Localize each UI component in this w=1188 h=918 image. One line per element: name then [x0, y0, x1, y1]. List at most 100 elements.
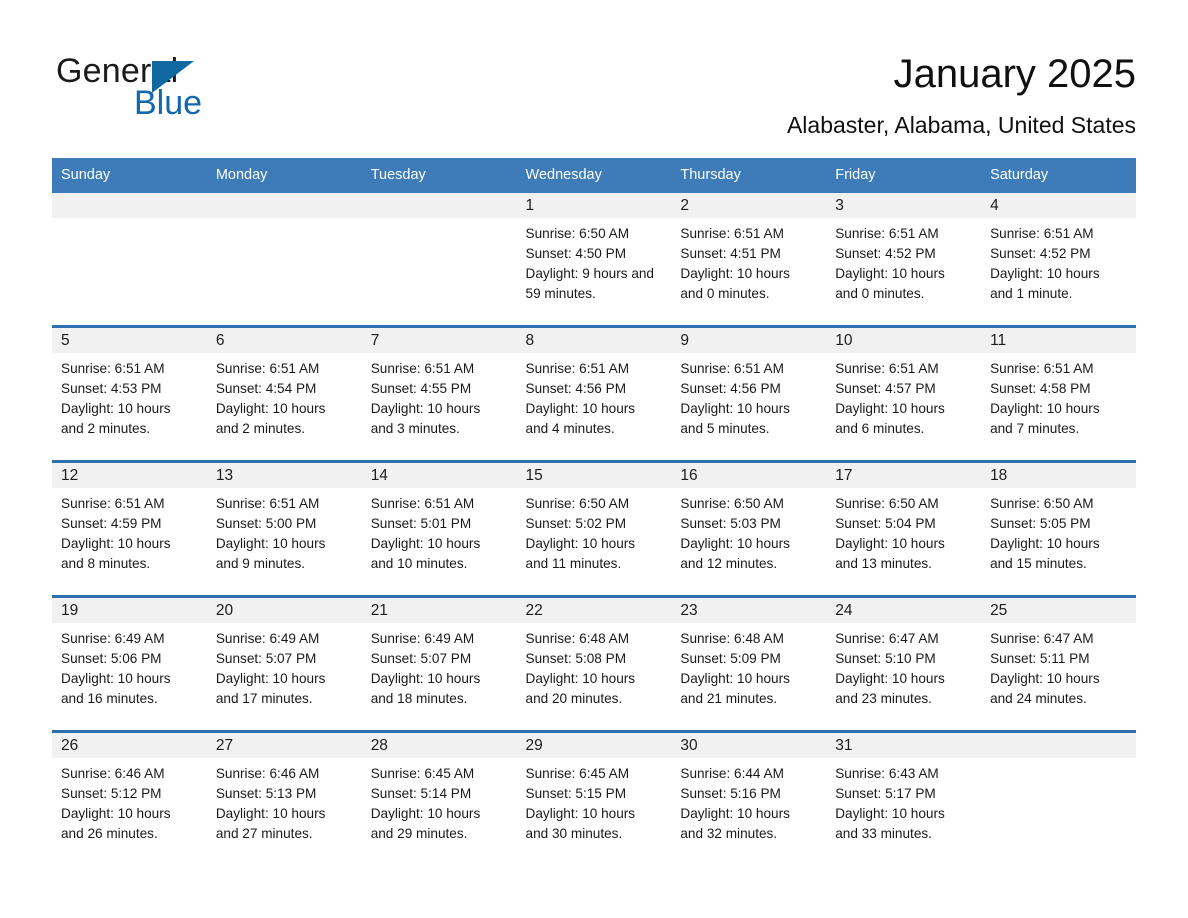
day-cell[interactable]: 24 Sunrise: 6:47 AM Sunset: 5:10 PM Dayligh…: [826, 595, 982, 732]
day-cell[interactable]: 8 Sunrise: 6:51 AM Sunset: 4:56 PM Daylight…: [516, 325, 672, 462]
sunset-text: Sunset: 5:00 PM: [215, 516, 317, 532]
daylight-text: Daylight: 10 hours and 3 minutes.: [370, 401, 481, 437]
calendar-grid: Sunday Monday Tuesday Wednesday Thursday…: [52, 158, 1136, 865]
day-cell[interactable]: 4 Sunrise: 6:51 AM Sunset: 4:52 PM Daylight…: [981, 193, 1136, 327]
sunrise-text: Sunrise: 6:50 AM: [680, 496, 784, 511]
sunset-text: Sunset: 5:04 PM: [835, 516, 936, 532]
day-cell[interactable]: 14 Sunrise: 6:51 AM Sunset: 5:01 PM Dayligh…: [361, 460, 517, 597]
day-number: 7: [370, 332, 380, 349]
sunrise-text: Sunrise: 6:51 AM: [835, 361, 939, 376]
sunset-text: Sunset: 4:58 PM: [990, 381, 1091, 397]
day-cell[interactable]: 6 Sunrise: 6:51 AM Sunset: 4:54 PM Daylight…: [206, 325, 362, 462]
day-cell[interactable]: 5 Sunrise: 6:51 AM Sunset: 4:53 PM Daylight…: [52, 325, 207, 462]
daylight-text: Daylight: 10 hours and 10 minutes.: [370, 536, 481, 572]
sunset-text: Sunset: 4:53 PM: [61, 381, 162, 397]
weekday-header-thursday: Thursday: [671, 158, 827, 193]
day-number: 30: [680, 737, 698, 754]
day-number: 18: [990, 467, 1008, 484]
daylight-text: Daylight: 10 hours and 23 minutes.: [835, 671, 945, 707]
sunset-text: Sunset: 4:52 PM: [990, 246, 1091, 262]
daylight-text: Daylight: 10 hours and 20 minutes.: [525, 671, 636, 707]
sunset-text: Sunset: 5:07 PM: [215, 651, 317, 667]
day-cell[interactable]: [52, 193, 207, 327]
daylight-text: Daylight: 10 hours and 2 minutes.: [61, 401, 171, 437]
week-row: 26 Sunrise: 6:46 AM Sunset: 5:12 PM Dayligh…: [52, 730, 1136, 865]
day-cell[interactable]: 10 Sunrise: 6:51 AM Sunset: 4:57 PM Dayligh…: [826, 325, 982, 462]
day-cell[interactable]: [206, 193, 362, 327]
day-cell[interactable]: 12 Sunrise: 6:51 AM Sunset: 4:59 PM Dayligh…: [52, 460, 207, 597]
day-cell[interactable]: [361, 193, 517, 327]
day-cell[interactable]: [981, 730, 1136, 865]
week-row: 19 Sunrise: 6:49 AM Sunset: 5:06 PM Dayligh…: [52, 595, 1136, 732]
sunrise-text: Sunrise: 6:51 AM: [215, 496, 320, 511]
sunrise-text: Sunrise: 6:51 AM: [61, 361, 165, 376]
sunset-text: Sunset: 4:50 PM: [525, 246, 627, 262]
day-cell[interactable]: 22 Sunrise: 6:48 AM Sunset: 5:08 PM Dayligh…: [516, 595, 672, 732]
day-number: 19: [61, 602, 79, 619]
sunset-text: Sunset: 5:10 PM: [835, 651, 936, 667]
sunrise-text: Sunrise: 6:49 AM: [370, 631, 475, 646]
daylight-text: Daylight: 10 hours and 24 minutes.: [990, 671, 1100, 707]
day-cell[interactable]: 27 Sunrise: 6:46 AM Sunset: 5:13 PM Dayligh…: [206, 730, 362, 865]
weekday-header-saturday: Saturday: [981, 158, 1136, 193]
sunrise-text: Sunrise: 6:50 AM: [525, 226, 630, 241]
day-cell[interactable]: 29 Sunrise: 6:45 AM Sunset: 5:15 PM Dayligh…: [516, 730, 672, 865]
sunset-text: Sunset: 5:02 PM: [525, 516, 627, 532]
day-cell[interactable]: 7 Sunrise: 6:51 AM Sunset: 4:55 PM Daylight…: [361, 325, 517, 462]
day-cell[interactable]: 15 Sunrise: 6:50 AM Sunset: 5:02 PM Dayligh…: [516, 460, 672, 597]
day-cell[interactable]: 21 Sunrise: 6:49 AM Sunset: 5:07 PM Dayligh…: [361, 595, 517, 732]
daylight-text: Daylight: 10 hours and 15 minutes.: [990, 536, 1100, 572]
sunset-text: Sunset: 5:14 PM: [370, 786, 472, 802]
day-cell[interactable]: 11 Sunrise: 6:51 AM Sunset: 4:58 PM Dayligh…: [981, 325, 1136, 462]
weekday-header-sunday: Sunday: [52, 158, 207, 193]
page-header: General Blue January 2025 Alabaster, Ala…: [0, 0, 1188, 152]
day-number: 26: [61, 737, 79, 754]
day-cell[interactable]: 3 Sunrise: 6:51 AM Sunset: 4:52 PM Daylight…: [826, 193, 982, 327]
page-title: January 2025: [893, 52, 1136, 96]
day-cell[interactable]: 18 Sunrise: 6:50 AM Sunset: 5:05 PM Dayligh…: [981, 460, 1136, 597]
weekday-header-friday: Friday: [826, 158, 982, 193]
daylight-text: Daylight: 10 hours and 18 minutes.: [370, 671, 481, 707]
day-cell[interactable]: 17 Sunrise: 6:50 AM Sunset: 5:04 PM Dayligh…: [826, 460, 982, 597]
day-number: 12: [61, 467, 79, 484]
day-number: 25: [990, 602, 1008, 619]
daylight-text: Daylight: 10 hours and 6 minutes.: [835, 401, 945, 437]
logo-text-blue: Blue: [134, 84, 203, 122]
day-cell[interactable]: 30 Sunrise: 6:44 AM Sunset: 5:16 PM Dayligh…: [671, 730, 827, 865]
sunset-text: Sunset: 5:09 PM: [680, 651, 781, 667]
day-number: 21: [370, 602, 388, 619]
daylight-text: Daylight: 10 hours and 13 minutes.: [835, 536, 945, 572]
day-cell[interactable]: 13 Sunrise: 6:51 AM Sunset: 5:00 PM Dayligh…: [206, 460, 362, 597]
sunset-text: Sunset: 4:59 PM: [61, 516, 162, 532]
daylight-text: Daylight: 10 hours and 29 minutes.: [370, 806, 481, 842]
sunset-text: Sunset: 4:56 PM: [680, 381, 781, 397]
day-cell[interactable]: 31 Sunrise: 6:43 AM Sunset: 5:17 PM Dayligh…: [826, 730, 982, 865]
day-number: 4: [990, 197, 999, 214]
day-cell[interactable]: 23 Sunrise: 6:48 AM Sunset: 5:09 PM Dayligh…: [671, 595, 827, 732]
day-cell[interactable]: 2 Sunrise: 6:51 AM Sunset: 4:51 PM Daylight…: [671, 193, 827, 327]
sunset-text: Sunset: 4:55 PM: [370, 381, 472, 397]
day-number: 13: [215, 467, 234, 484]
generalblue-logo[interactable]: General Blue: [56, 54, 316, 134]
calendar-page: General Blue January 2025 Alabaster, Ala…: [0, 0, 1188, 918]
sunrise-text: Sunrise: 6:47 AM: [835, 631, 939, 646]
daylight-text: Daylight: 10 hours and 2 minutes.: [215, 401, 326, 437]
day-number: 22: [525, 602, 543, 619]
day-cell[interactable]: 28 Sunrise: 6:45 AM Sunset: 5:14 PM Dayligh…: [361, 730, 517, 865]
day-cell[interactable]: 9 Sunrise: 6:51 AM Sunset: 4:56 PM Daylight…: [671, 325, 827, 462]
day-cell[interactable]: 25 Sunrise: 6:47 AM Sunset: 5:11 PM Dayligh…: [981, 595, 1136, 732]
day-cell[interactable]: 20 Sunrise: 6:49 AM Sunset: 5:07 PM Dayligh…: [206, 595, 362, 732]
daylight-text: Daylight: 9 hours and 59 minutes.: [525, 266, 654, 302]
day-cell[interactable]: 1 Sunrise: 6:50 AM Sunset: 4:50 PM Daylight…: [516, 193, 672, 327]
sunrise-text: Sunrise: 6:43 AM: [835, 766, 939, 781]
week-row: 5 Sunrise: 6:51 AM Sunset: 4:53 PM Daylight…: [52, 325, 1136, 462]
day-cell[interactable]: 16 Sunrise: 6:50 AM Sunset: 5:03 PM Dayligh…: [671, 460, 827, 597]
sunset-text: Sunset: 5:03 PM: [680, 516, 781, 532]
day-number: 27: [215, 737, 234, 754]
daylight-text: Daylight: 10 hours and 16 minutes.: [61, 671, 171, 707]
day-cell[interactable]: 19 Sunrise: 6:49 AM Sunset: 5:06 PM Dayligh…: [52, 595, 207, 732]
daylight-text: Daylight: 10 hours and 30 minutes.: [525, 806, 636, 842]
day-number: 16: [680, 467, 698, 484]
day-cell[interactable]: 26 Sunrise: 6:46 AM Sunset: 5:12 PM Dayligh…: [52, 730, 207, 865]
daylight-text: Daylight: 10 hours and 8 minutes.: [61, 536, 171, 572]
